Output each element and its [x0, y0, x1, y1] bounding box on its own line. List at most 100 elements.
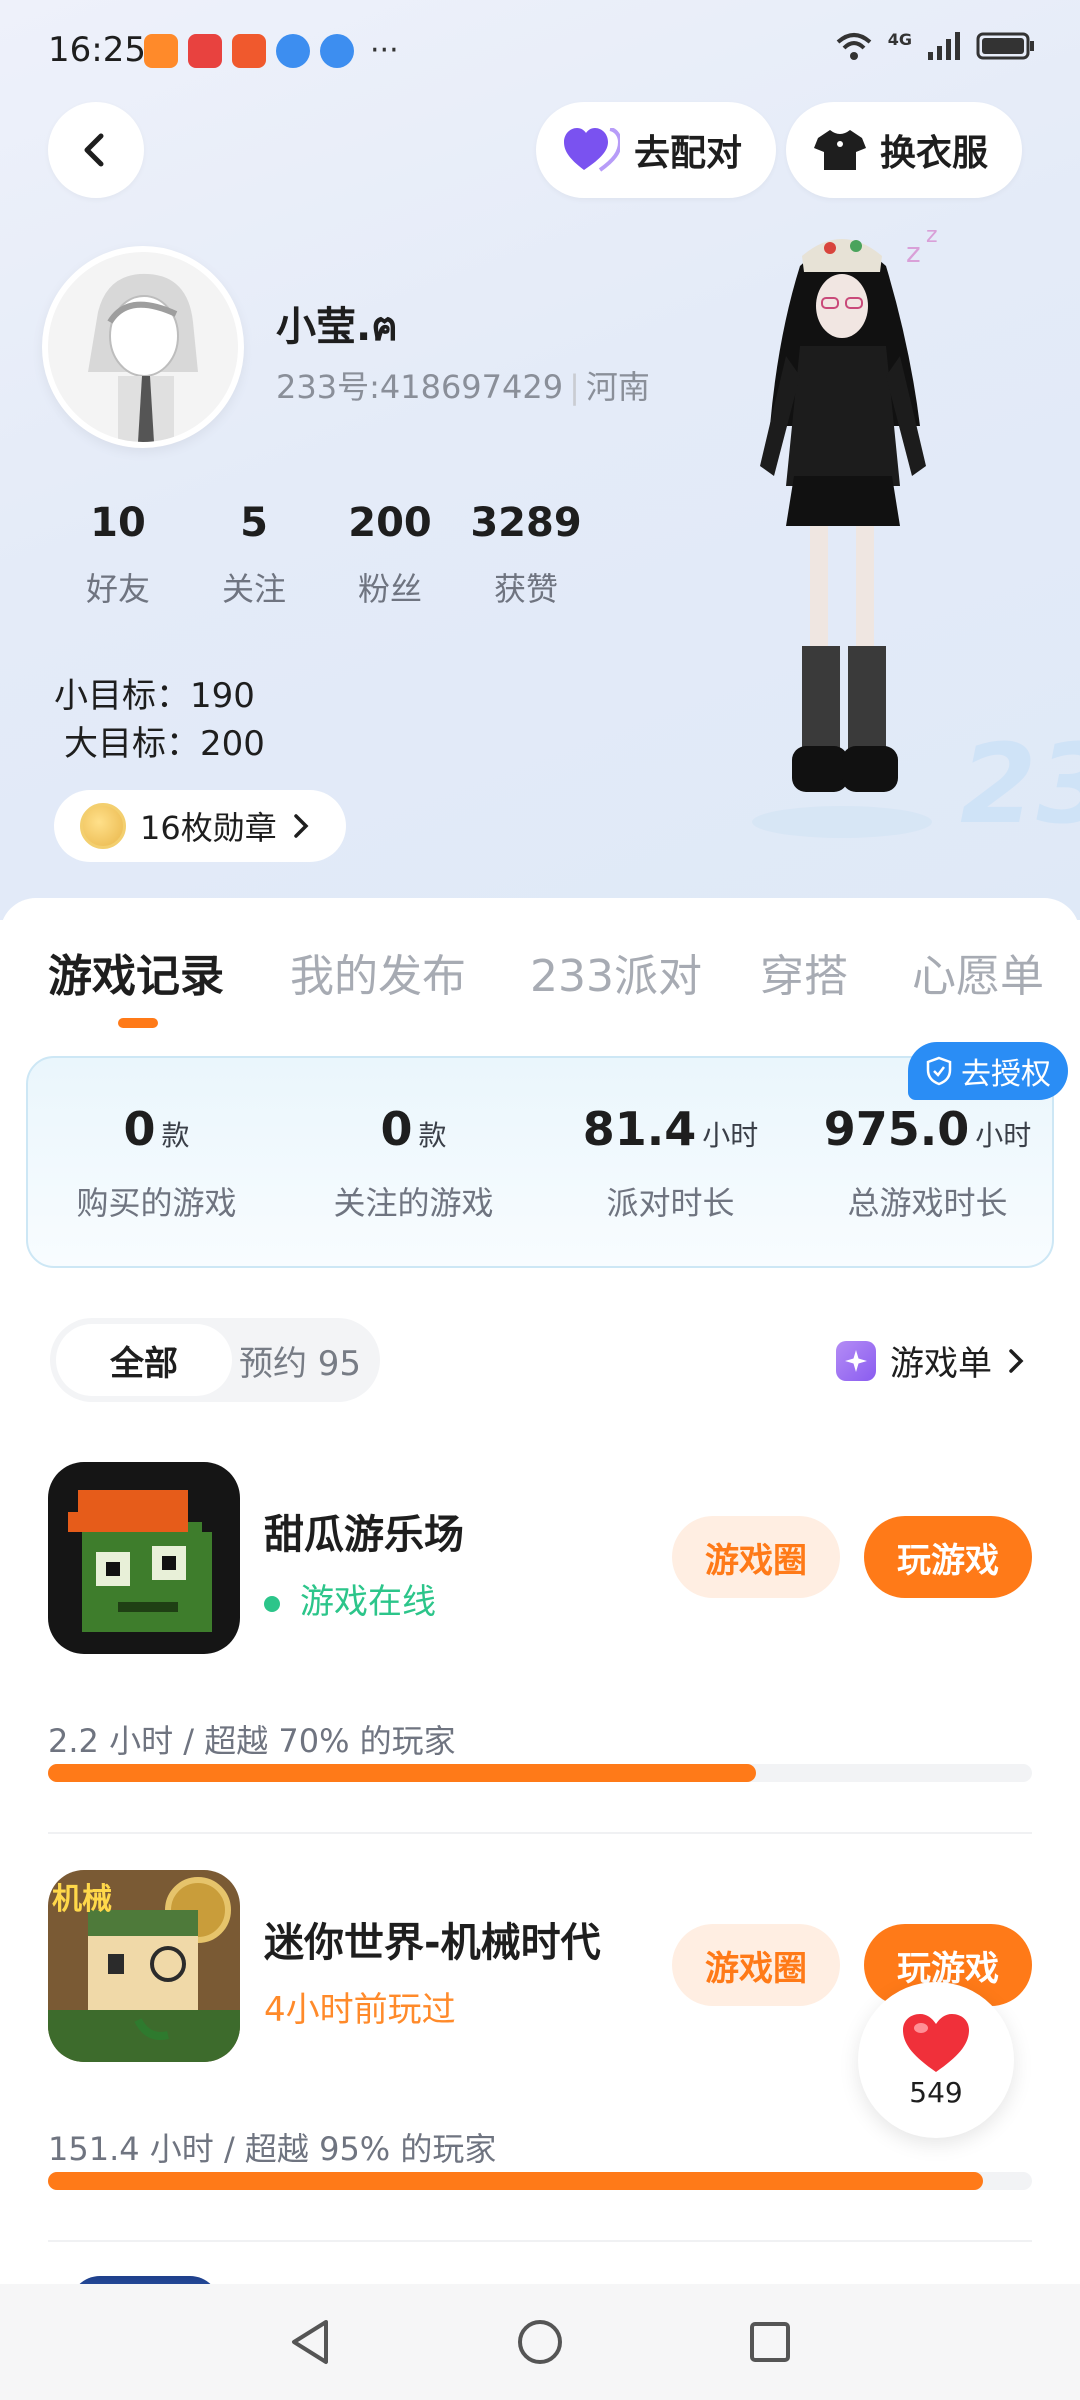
sparkle-icon	[836, 1340, 876, 1381]
progress-fill	[48, 1764, 757, 1782]
game-last-played: 4小时前玩过	[264, 1990, 456, 2030]
summary-unit: 款	[161, 1119, 190, 1152]
app-notification-icon	[144, 34, 178, 68]
username: 小莹.ฅ	[276, 304, 398, 350]
game-filter: 全部 预约 95	[50, 1318, 380, 1402]
stat-number: 10	[90, 500, 146, 546]
summary-value: 81.4	[582, 1102, 697, 1156]
summary-unit: 小时	[975, 1119, 1032, 1152]
summary-label: 关注的游戏	[333, 1184, 494, 1222]
game-circle-button[interactable]: 游戏圈	[672, 1516, 840, 1598]
more-notifications-icon: ···	[370, 33, 399, 68]
stat-likes[interactable]: 3289 获赞	[458, 500, 594, 610]
heart-icon	[564, 128, 620, 172]
stat-number: 5	[240, 500, 268, 546]
progress-fill	[48, 2172, 983, 2190]
summary-purchased[interactable]: 0款 购买的游戏	[28, 1102, 285, 1224]
game-online-status: 游戏在线	[264, 1574, 436, 1623]
summary-label: 购买的游戏	[76, 1184, 237, 1222]
system-nav-bar	[0, 2284, 1080, 2400]
summary-followed[interactable]: 0款 关注的游戏	[285, 1102, 542, 1224]
like-button[interactable]: 549	[858, 1982, 1014, 2138]
tab-indicator	[118, 1018, 158, 1028]
game-playtime: 151.4 小时 / 超越 95% 的玩家	[48, 2130, 497, 2168]
stat-label: 好友	[85, 570, 150, 608]
match-button[interactable]: 去配对	[536, 102, 777, 198]
filter-reserved[interactable]: 预约 95	[222, 1318, 378, 1402]
shield-check-icon	[926, 1056, 952, 1086]
game-icon-text: 机械	[52, 1882, 112, 1917]
summary-total-time[interactable]: 975.0 小时 总游戏时长	[799, 1102, 1056, 1224]
svg-text:z: z	[906, 236, 921, 269]
profile-stats: 10 好友 5 关注 200 粉丝 3289 获赞	[50, 500, 594, 610]
chevron-left-icon	[84, 133, 104, 167]
summary-label: 派对时长	[606, 1184, 735, 1222]
mini-world-icon: 机械	[48, 1870, 240, 2062]
user-id: 233号:418697429	[276, 368, 564, 406]
tab-my-posts[interactable]: 我的发布	[290, 940, 466, 1004]
big-goal: 大目标：200	[64, 724, 265, 764]
playtime-progress	[48, 2172, 1032, 2190]
triangle-back-icon	[292, 2320, 328, 2364]
svg-text:z: z	[926, 226, 938, 248]
nav-back-button[interactable]	[280, 2312, 340, 2372]
game-playtime: 2.2 小时 / 超越 70% 的玩家	[48, 1722, 456, 1760]
game-item[interactable]: 甜瓜游乐场 游戏在线 游戏圈 玩游戏 2.2 小时 / 超越 70% 的玩家	[0, 1462, 1080, 1862]
wifi-icon	[836, 33, 872, 60]
stat-friends[interactable]: 10 好友	[50, 500, 186, 610]
filter-all[interactable]: 全部	[56, 1324, 232, 1396]
badges-button[interactable]: 16枚勋章	[54, 790, 346, 862]
game-list-label: 游戏单	[890, 1344, 992, 1384]
profile-hero: 16:25 ··· 4G 去配对 换衣服 小莹.ฅ 233号:418697429…	[0, 0, 1080, 920]
app-notification-icon	[232, 34, 266, 68]
medal-icon	[80, 803, 126, 849]
app-notification-icon	[188, 34, 222, 68]
stat-label: 粉丝	[357, 570, 422, 608]
summary-value: 0	[123, 1102, 156, 1156]
playtime-progress	[48, 1764, 1032, 1782]
summary-value: 975.0	[823, 1102, 970, 1156]
square-recents-icon	[750, 2322, 790, 2362]
app-notification-icon	[276, 34, 310, 68]
summary-unit: 小时	[702, 1119, 759, 1152]
avatar-illustration	[48, 252, 238, 442]
divider	[48, 2240, 1032, 2242]
melon-playground-icon	[48, 1462, 240, 1654]
nav-recents-button[interactable]	[740, 2312, 800, 2372]
profile-tabs: 游戏记录 我的发布 233派对 穿搭 心愿单	[0, 940, 1080, 1030]
back-button[interactable]	[48, 102, 144, 198]
tab-game-records[interactable]: 游戏记录	[48, 940, 224, 1004]
game-list-link[interactable]: 游戏单	[836, 1336, 1026, 1385]
user-avatar[interactable]	[42, 246, 244, 448]
signal-icon	[928, 32, 960, 60]
status-bar: 16:25 ··· 4G	[0, 0, 1080, 100]
nav-home-button[interactable]	[510, 2312, 570, 2372]
game-circle-button[interactable]: 游戏圈	[672, 1924, 840, 2006]
play-game-button[interactable]: 玩游戏	[864, 1516, 1032, 1598]
heart-icon	[903, 2013, 969, 2072]
stat-fans[interactable]: 200 粉丝	[322, 500, 458, 610]
stat-label: 获赞	[493, 570, 558, 608]
divider	[48, 1832, 1032, 1834]
stat-following[interactable]: 5 关注	[186, 500, 322, 610]
game-name: 甜瓜游乐场	[264, 1512, 464, 1558]
network-type: 4G	[887, 29, 912, 49]
tab-233-party[interactable]: 233派对	[530, 940, 702, 1004]
shirt-icon	[814, 130, 866, 170]
authorize-button[interactable]: 去授权	[908, 1042, 1068, 1100]
avatar-character[interactable]: z z	[730, 226, 960, 846]
summary-unit: 款	[418, 1119, 447, 1152]
stat-label: 关注	[221, 570, 286, 608]
summary-party-time[interactable]: 81.4 小时 派对时长	[542, 1102, 799, 1224]
outfit-label: 换衣服	[880, 133, 989, 174]
game-summary-card: 0款 购买的游戏 0款 关注的游戏 81.4 小时 派对时长 975.0 小时 总游…	[26, 1056, 1054, 1268]
status-indicators: 4G	[834, 30, 1036, 62]
stat-number: 3289	[470, 500, 582, 546]
battery-icon	[976, 32, 1034, 60]
decorative-233-logo: 233	[960, 720, 1080, 848]
tab-wishlist[interactable]: 心愿单	[912, 940, 1044, 1004]
change-outfit-button[interactable]: 换衣服	[786, 102, 1023, 198]
summary-label: 总游戏时长	[847, 1184, 1008, 1222]
tab-outfits[interactable]: 穿搭	[760, 940, 848, 1004]
match-label: 去配对	[634, 133, 743, 174]
